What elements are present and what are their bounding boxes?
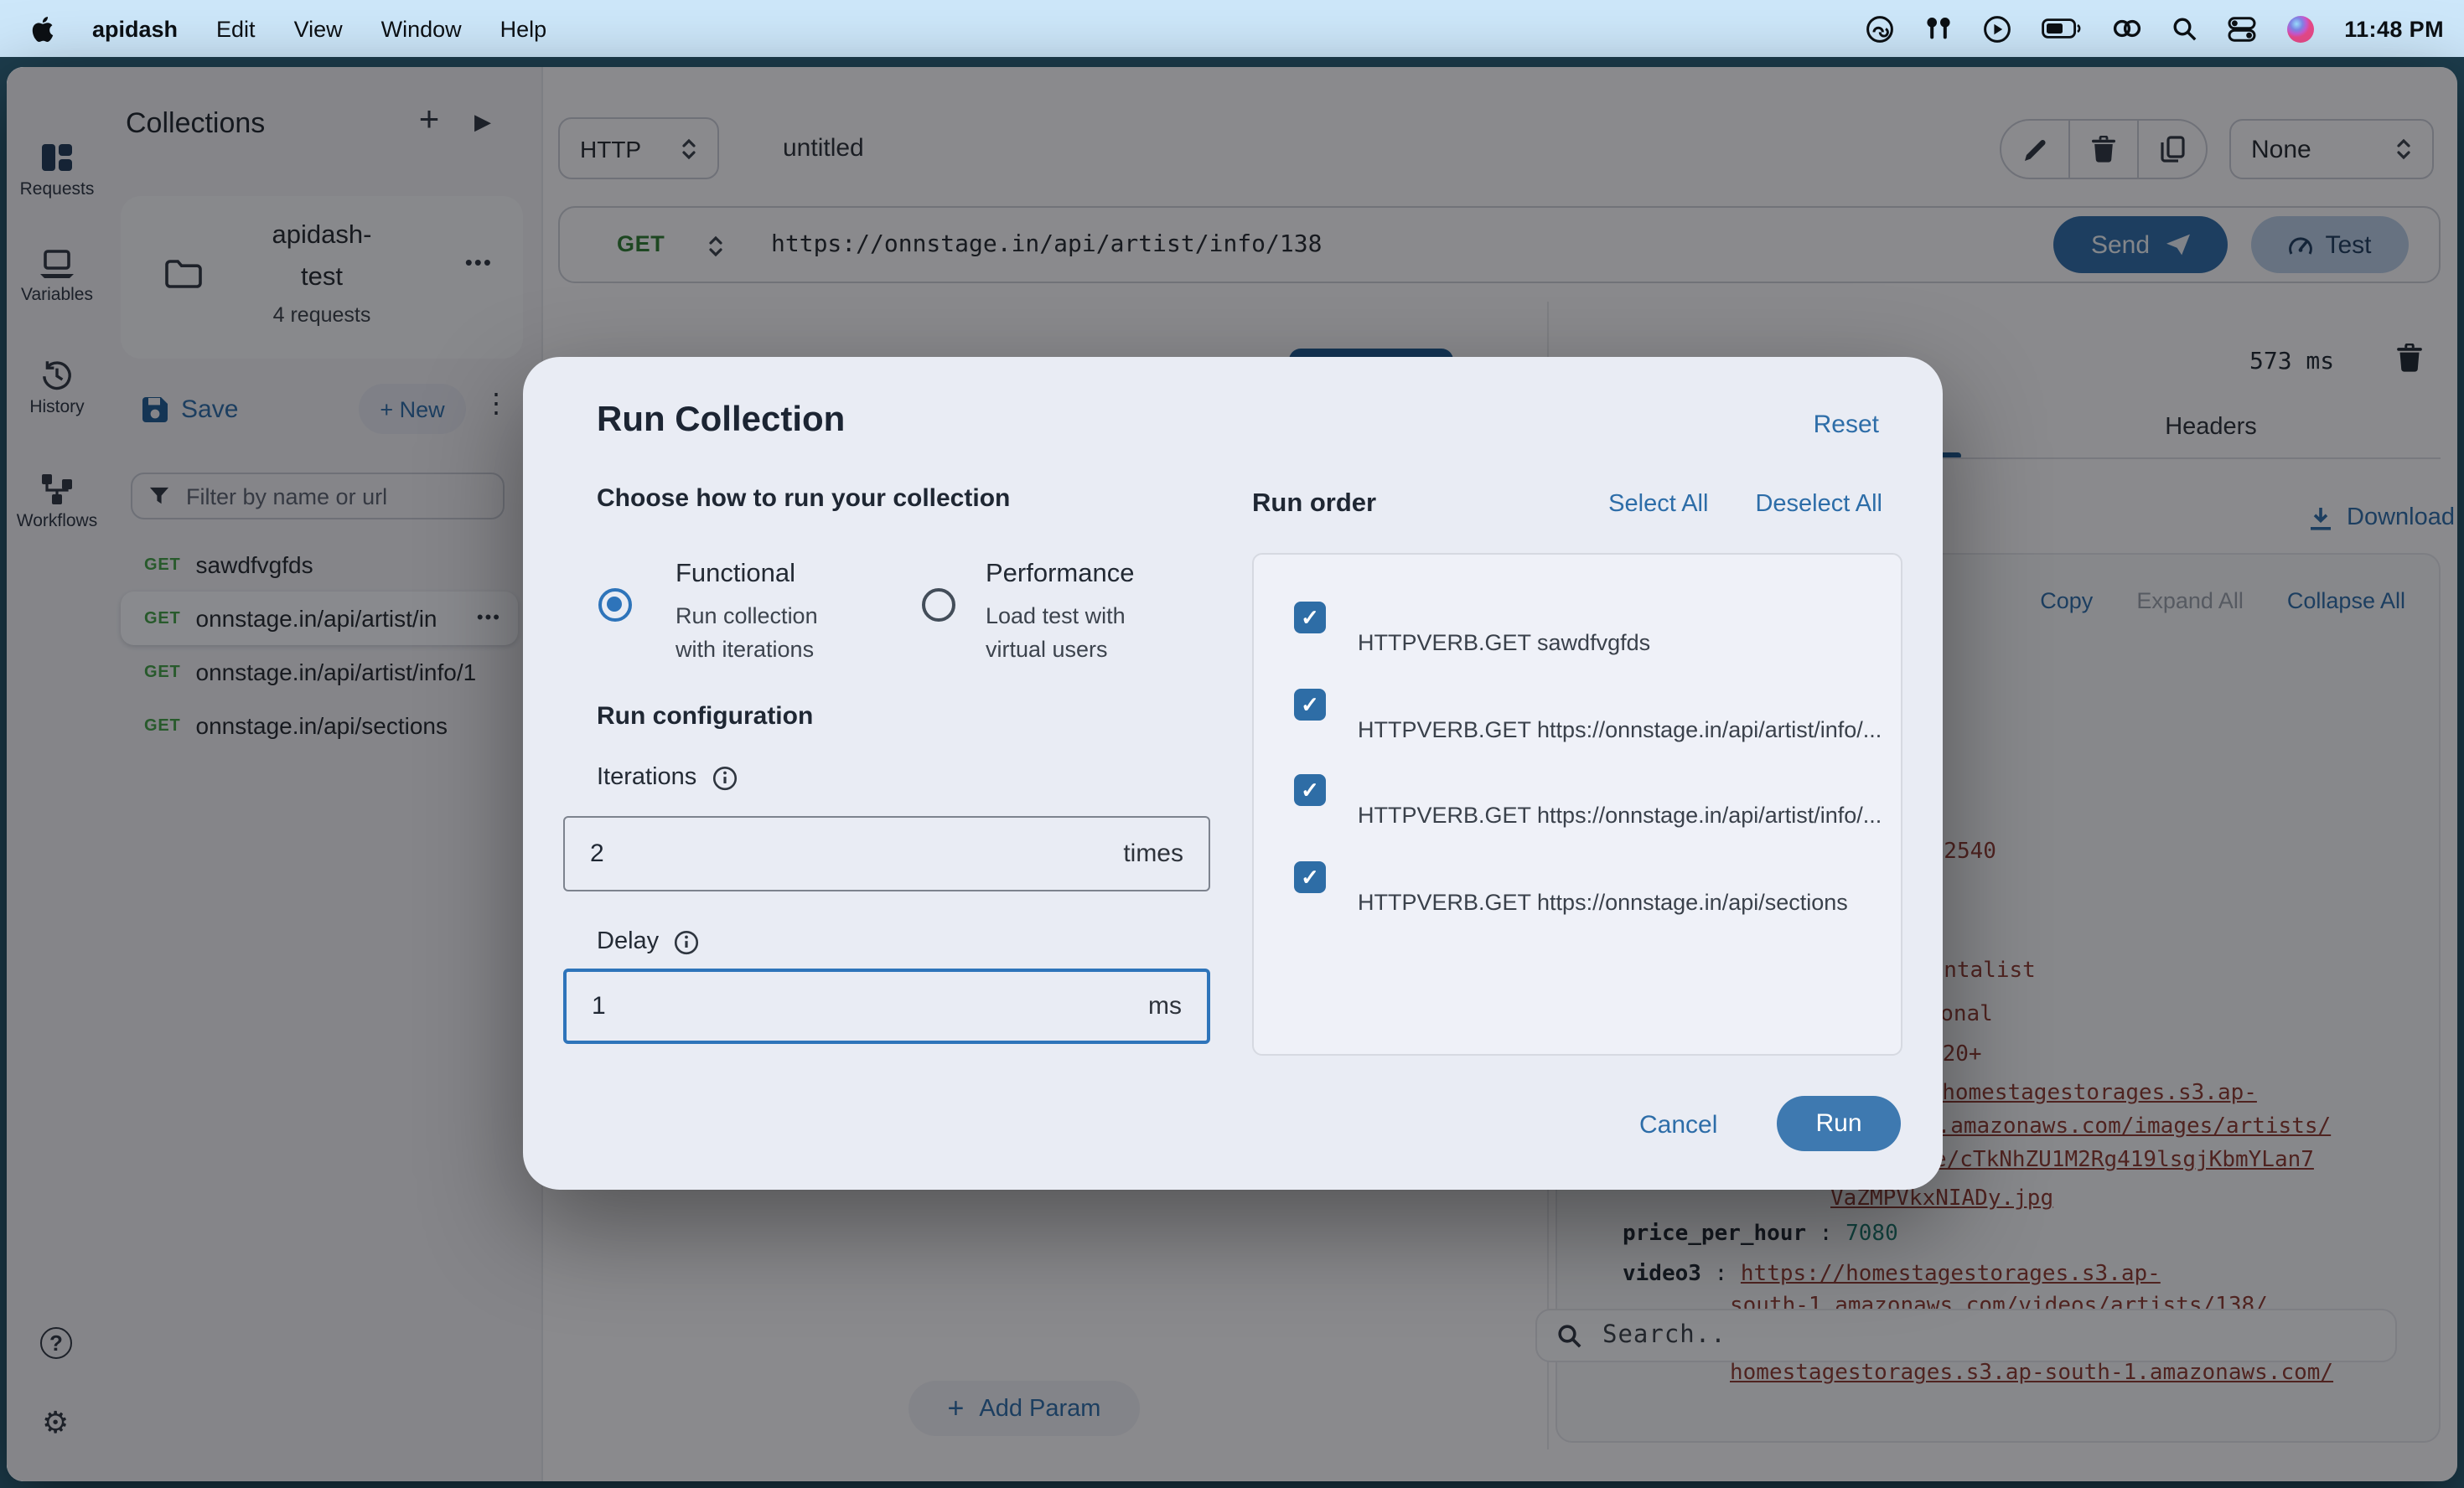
airpods-icon[interactable] [1923,16,1952,41]
menu-edit[interactable]: Edit [216,16,256,41]
menu-help[interactable]: Help [500,16,547,41]
menu-view[interactable]: View [294,16,343,41]
reset-button[interactable]: Reset [1814,411,1879,439]
iterations-unit: times [1123,840,1183,868]
mode-functional-desc: Run collection with iterations [676,600,843,667]
info-icon [712,765,737,790]
run-order-label: HTTPVERB.GET sawdfvgfds [1358,630,1650,655]
dialog-title: Run Collection [597,400,845,441]
radio-performance[interactable] [922,588,955,622]
now-playing-icon[interactable] [1982,14,2011,43]
run-order-links: Select All Deselect All [1608,491,1882,518]
run-order-checkbox[interactable]: ✓ [1294,774,1326,806]
mode-functional-label[interactable]: Functional [676,560,795,590]
control-center-icon[interactable] [2227,16,2255,41]
menu-clock[interactable]: 11:48 PM [2344,16,2444,41]
deselect-all-button[interactable]: Deselect All [1755,491,1882,518]
select-all-button[interactable]: Select All [1608,491,1708,518]
mode-performance-label[interactable]: Performance [986,560,1134,590]
delay-value: 1 [592,992,606,1020]
apple-menu-icon[interactable] [32,16,54,41]
run-order-title: Run order [1252,489,1376,519]
run-order-label: HTTPVERB.GET https://onnstage.in/api/sec… [1358,890,1848,915]
run-order-label: HTTPVERB.GET https://onnstage.in/api/art… [1358,803,1882,828]
info-icon [674,929,699,954]
hotspot-icon[interactable] [2111,17,2141,40]
mode-performance-desc: Load test with virtual users [986,600,1153,667]
run-order-label: HTTPVERB.GET https://onnstage.in/api/art… [1358,717,1882,742]
battery-icon[interactable] [2041,18,2081,39]
dialog-subtitle: Choose how to run your collection [597,484,1010,513]
delay-unit: ms [1148,992,1182,1020]
menu-app-name[interactable]: apidash [92,16,178,41]
run-button[interactable]: Run [1777,1096,1901,1151]
siri-icon[interactable] [2285,14,2314,43]
iterations-label: Iterations [597,764,737,791]
menu-bar: apidash Edit View Window Help 11:48 PM [0,0,2464,57]
run-order-list: ✓ HTTPVERB.GET sawdfvgfds ✓ HTTPVERB.GET ht… [1252,553,1902,1056]
delay-label: Delay [597,928,699,955]
delay-input[interactable]: 1 ms [563,969,1210,1044]
radio-functional[interactable] [598,588,632,622]
run-order-checkbox[interactable]: ✓ [1294,689,1326,721]
run-order-checkbox[interactable]: ✓ [1294,861,1326,893]
run-collection-dialog: Run Collection Reset Choose how to run y… [523,357,1943,1190]
run-order-checkbox[interactable]: ✓ [1294,602,1326,633]
creative-cloud-icon[interactable] [1865,14,1893,43]
cancel-button[interactable]: Cancel [1639,1111,1717,1139]
desktop: apidash Edit View Window Help 11:48 PM [0,0,2464,1488]
iterations-input[interactable]: 2 times [563,816,1210,891]
iterations-value: 2 [590,840,604,868]
run-configuration-title: Run configuration [597,702,813,731]
spotlight-icon[interactable] [2172,16,2197,41]
menu-window[interactable]: Window [381,16,462,41]
